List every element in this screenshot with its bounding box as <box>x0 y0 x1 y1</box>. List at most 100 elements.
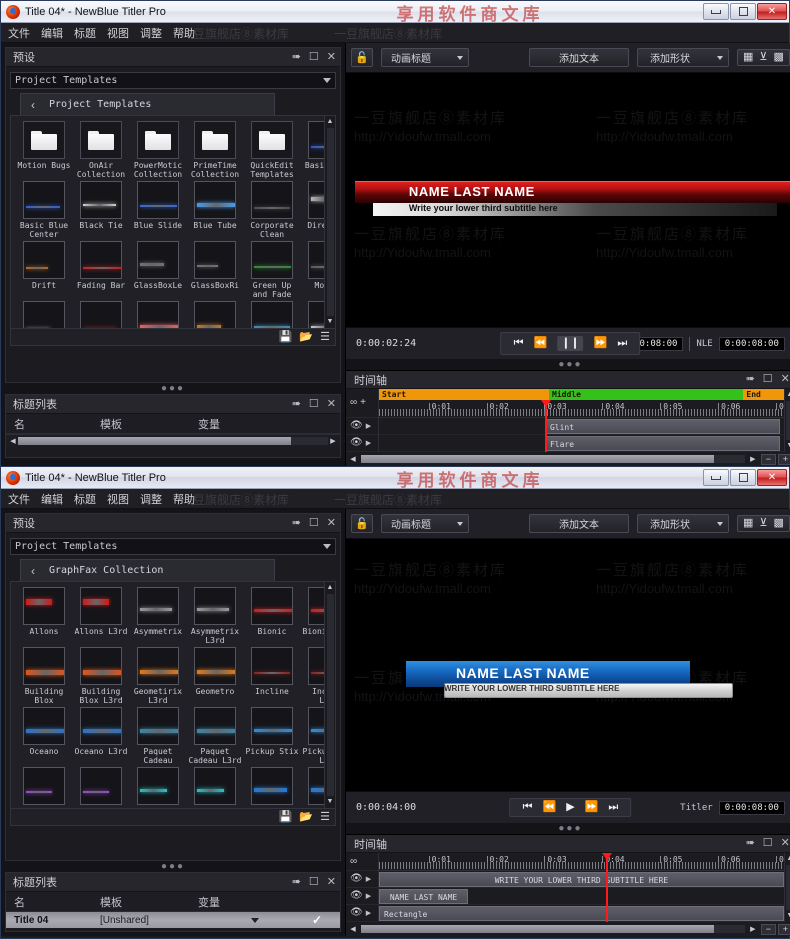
skip-end-icon[interactable]: ⏭ <box>617 338 627 349</box>
transport-buttons-bottom[interactable]: ⏮ ⏪ ▶ ⏩ ⏭ <box>509 798 632 817</box>
panel-splitter-top[interactable]: ●●● <box>5 383 341 394</box>
timeline-segment[interactable]: Middle <box>549 389 744 400</box>
scroll-left-icon[interactable]: ◀ <box>348 455 358 463</box>
preview-canvas-top[interactable]: 一豆旗舰店⑧素材库 一豆旗舰店⑧素材库 http://Yidoufw.tmall… <box>346 73 790 327</box>
maximize-button[interactable] <box>730 3 756 20</box>
template-item[interactable]: Section 9 <box>17 767 71 808</box>
open-folder-icon[interactable]: 📂 <box>299 811 313 823</box>
window-controls[interactable]: ✕ <box>703 3 787 20</box>
menu-help[interactable]: 帮助 <box>173 25 195 41</box>
gutter-header[interactable]: ∞ + <box>346 389 378 418</box>
template-item[interactable]: Basic Blue <box>302 121 324 179</box>
template-item[interactable]: GlassBoxRi <box>188 241 242 299</box>
lock-icon[interactable]: 🔓 <box>351 514 373 533</box>
scroll-thumb[interactable] <box>18 436 291 445</box>
template-item[interactable]: Star <box>188 767 242 808</box>
preview-toolbar-bottom[interactable]: 🔓 动画标题 添加文本 添加形状 ▦ ⊻ ▩ <box>346 509 790 539</box>
animate-title-combo[interactable]: 动画标题 <box>381 514 469 533</box>
prev-frame-icon[interactable]: ⏪ <box>543 802 557 813</box>
close-button[interactable]: ✕ <box>757 469 787 486</box>
template-item[interactable]: Incline L3rd <box>302 647 324 705</box>
safe-area-icon[interactable]: ▩ <box>773 52 783 63</box>
template-item[interactable]: Asymmetrix <box>131 587 185 645</box>
template-item[interactable]: Red Streak <box>131 301 185 328</box>
row-template[interactable]: [Unshared] <box>100 915 198 926</box>
timeline-ruler[interactable]: 0:01 0:02 0:03 0:04 0:05 0:06 0 <box>379 400 784 418</box>
timeline-tools[interactable]: ➠ ☐ ✕ <box>746 374 790 385</box>
template-item[interactable]: Incline <box>245 647 299 705</box>
template-item[interactable]: Corporate Clean <box>245 181 299 239</box>
menu-title[interactable]: 标题 <box>74 25 96 41</box>
template-item[interactable]: PrimeTime Collection <box>188 121 242 179</box>
nle-duration[interactable]: 0:00:08:00 <box>718 336 785 351</box>
close-icon[interactable]: ✕ <box>327 517 336 529</box>
timeline-splitter-top[interactable]: ●●● <box>346 359 790 370</box>
scroll-right-icon[interactable]: ▶ <box>748 925 758 933</box>
titler-window-bottom[interactable]: Title 04* - NewBlue Titler Pro 享用软件商文库 ✕… <box>0 466 790 939</box>
timeline-segment[interactable]: End <box>743 389 784 400</box>
menu-adjust[interactable]: 调整 <box>140 491 162 507</box>
template-item[interactable]: Allons L3rd <box>74 587 128 645</box>
timeline-clip[interactable]: WRITE YOUR LOWER THIRD SUBTITLE HERE <box>379 872 784 887</box>
chevron-down-icon[interactable] <box>250 917 259 923</box>
minimize-button[interactable] <box>703 3 729 20</box>
menu-adjust[interactable]: 调整 <box>140 25 162 41</box>
panel-splitter-bottom[interactable]: ●●● <box>5 861 341 872</box>
eye-icon[interactable]: 👁 <box>350 908 363 918</box>
skip-start-icon[interactable]: ⏮ <box>523 802 533 813</box>
template-item[interactable]: Teal Roll By <box>245 301 299 328</box>
template-item[interactable]: Asymmetrix L3rd <box>188 587 242 645</box>
timeline-scrollbar-top[interactable]: ▲ ▼ <box>783 389 790 452</box>
timeline-header-top[interactable]: 时间轴 ➠ ☐ ✕ <box>346 371 790 389</box>
minimize-button[interactable] <box>703 469 729 486</box>
expand-icon[interactable]: ▶ <box>366 909 371 917</box>
template-item[interactable]: Geometro <box>188 647 242 705</box>
timeline-track[interactable]: NAME LAST NAME <box>379 888 784 905</box>
title-list-hscroll[interactable]: ◀ ▶ <box>6 434 340 446</box>
playhead[interactable] <box>601 853 612 922</box>
undock-icon[interactable]: ☐ <box>309 876 319 888</box>
scroll-track[interactable] <box>361 925 745 933</box>
close-icon[interactable]: ✕ <box>781 838 790 849</box>
timeline-clip[interactable]: Glint <box>544 419 780 434</box>
lock-icon[interactable]: 🔓 <box>351 48 373 67</box>
preset-category-combo[interactable]: Project Templates <box>10 538 336 555</box>
pause-icon[interactable]: ❙❙ <box>557 336 584 351</box>
template-grid-footer[interactable]: 💾 📂 ☰ <box>10 329 336 346</box>
next-frame-icon[interactable]: ⏩ <box>585 802 599 813</box>
gutter-header[interactable]: ∞ <box>346 853 378 871</box>
template-item[interactable]: Building Blox <box>17 647 71 705</box>
preview-canvas-bottom[interactable]: 一豆旗舰店⑧素材库 一豆旗舰店⑧素材库 http://Yidoufw.tmall… <box>346 539 790 791</box>
template-item[interactable]: White Tie <box>302 301 324 328</box>
template-item[interactable]: Allons <box>17 587 71 645</box>
preset-panel-header[interactable]: 预设 ➠ ☐ ✕ <box>6 48 340 67</box>
template-item[interactable]: Green Up and Fade <box>245 241 299 299</box>
template-item[interactable]: Modern <box>302 241 324 299</box>
template-grid-top[interactable]: Motion Bugs OnAir Collection PowerMotic Co… <box>10 115 336 329</box>
add-track-icon[interactable]: + <box>360 398 366 408</box>
template-item[interactable]: Paquet Cadeau <box>131 707 185 765</box>
scroll-track[interactable] <box>786 865 790 910</box>
pin-icon[interactable]: ➠ <box>292 876 301 888</box>
animate-title-combo[interactable]: 动画标题 <box>381 48 469 67</box>
add-shape-combo[interactable]: 添加形状 <box>637 48 729 67</box>
titlebar-bottom[interactable]: Title 04* - NewBlue Titler Pro 享用软件商文库 ✕ <box>1 467 789 489</box>
pin-icon[interactable]: ➠ <box>292 398 301 410</box>
menu-file[interactable]: 文件 <box>8 491 30 507</box>
undock-icon[interactable]: ☐ <box>309 517 319 529</box>
timeline-tracks-top[interactable]: Start Middle End 0:01 0:02 0:03 0:04 0:05 0:06 0 G… <box>379 389 784 452</box>
track-gutter-subtitle[interactable]: 👁 ▶ <box>346 871 378 888</box>
safe-area-icon[interactable]: ▩ <box>773 518 783 529</box>
track-gutter-name[interactable]: 👁 ▶ <box>346 888 378 905</box>
menubar-top[interactable]: 文件 编辑 标题 视图 调整 帮助 一豆旗舰店⑧素材库 一豆旗舰店⑧素材库 <box>1 23 789 43</box>
next-frame-icon[interactable]: ⏩ <box>594 338 608 349</box>
template-item[interactable]: Bionic <box>245 587 299 645</box>
undock-icon[interactable]: ☐ <box>763 838 773 849</box>
playhead[interactable] <box>540 400 551 452</box>
back-icon[interactable]: ‹ <box>31 98 35 112</box>
transport-buttons-top[interactable]: ⏮ ⏪ ❙❙ ⏩ ⏭ <box>500 332 641 355</box>
template-item[interactable]: Paquet Cadeau L3rd <box>188 707 242 765</box>
scroll-down-icon[interactable]: ▼ <box>327 318 334 326</box>
template-item[interactable]: Pickup Stix <box>245 707 299 765</box>
scroll-up-icon[interactable]: ▲ <box>786 855 790 863</box>
